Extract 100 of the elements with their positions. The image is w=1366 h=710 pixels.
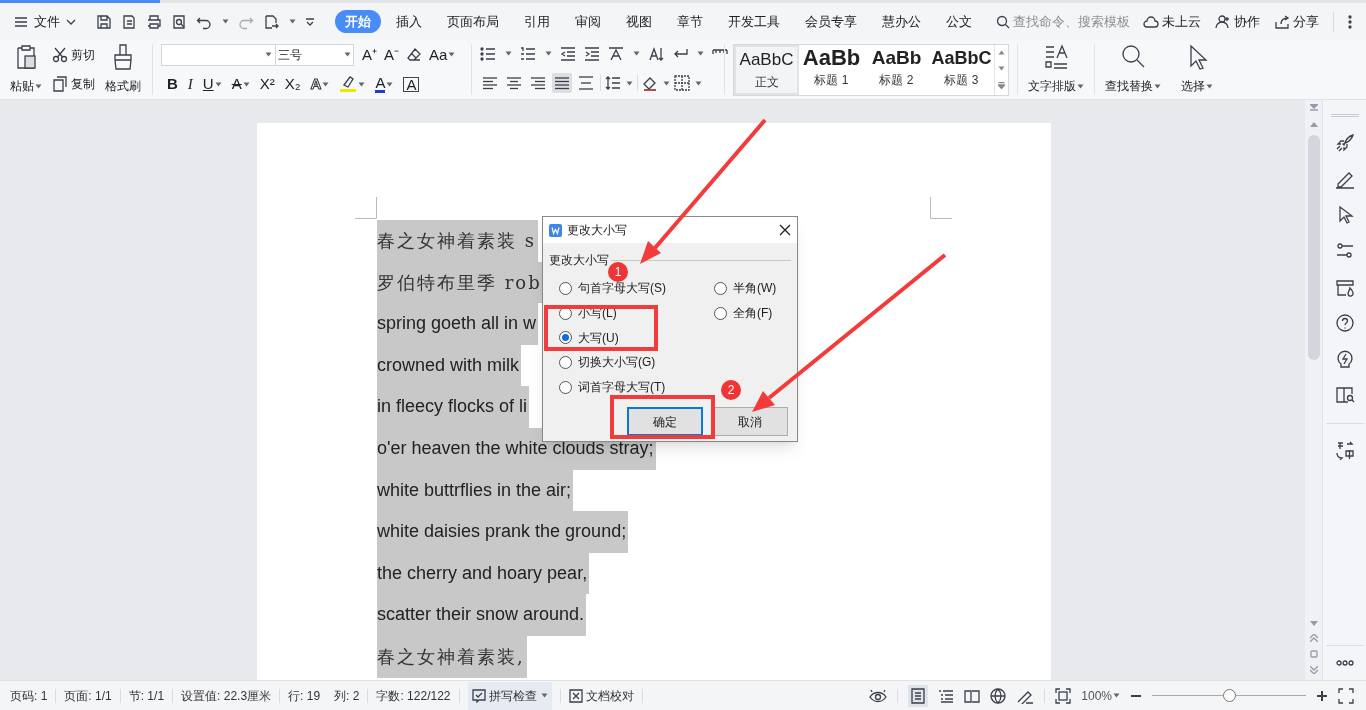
close-icon[interactable] <box>779 224 791 236</box>
customize-icon[interactable] <box>305 17 315 26</box>
option-label[interactable]: 大写(U) <box>578 328 619 347</box>
format-button[interactable]: X₂ <box>284 73 301 96</box>
option-label[interactable]: 词首字母大写(T) <box>578 378 666 397</box>
style-preset[interactable]: AaBb 标题 2 <box>864 44 929 95</box>
toolbar-action[interactable]: 协作 <box>1234 11 1260 32</box>
caret-icon[interactable] <box>1077 83 1084 89</box>
command-search-field[interactable]: 查找命令、搜索模板 <box>996 11 1143 32</box>
eye-icon[interactable] <box>869 688 888 703</box>
caret-icon[interactable] <box>1154 83 1161 89</box>
format-button[interactable]: X² <box>259 73 275 96</box>
fit-page-icon[interactable] <box>1055 687 1072 704</box>
caret-icon[interactable] <box>505 51 512 57</box>
web-view-icon[interactable] <box>990 687 1007 704</box>
line-spacing-icon[interactable] <box>605 75 621 92</box>
toolbar-action[interactable]: 分享 <box>1293 11 1319 32</box>
format-button[interactable]: A⁺ <box>362 43 377 66</box>
scissors-icon[interactable] <box>52 46 68 63</box>
search-icon[interactable] <box>996 14 1010 29</box>
font-name-field[interactable] <box>161 43 276 66</box>
decrease-indent-icon[interactable] <box>560 45 576 62</box>
caret-icon[interactable] <box>35 83 42 89</box>
copy-button[interactable]: 复制 <box>71 75 95 94</box>
caret-icon[interactable] <box>663 80 670 86</box>
ribbon-tab[interactable]: 页面布局 <box>446 11 500 32</box>
print-icon[interactable] <box>146 13 162 30</box>
highlighter-icon[interactable] <box>339 75 358 94</box>
option-label[interactable]: 切换大小写(G) <box>578 353 656 372</box>
caret-icon[interactable] <box>386 81 394 87</box>
radio-button[interactable] <box>559 331 572 345</box>
caret-icon[interactable] <box>222 19 229 24</box>
format-button[interactable]: A <box>403 76 420 92</box>
ribbon-tab[interactable]: 视图 <box>625 11 653 32</box>
book-search-icon[interactable] <box>1334 385 1355 405</box>
chevron-down-icon[interactable] <box>66 18 76 25</box>
lightbulb-icon[interactable] <box>1334 349 1355 369</box>
cut-button[interactable]: 剪切 <box>71 45 95 64</box>
caret-icon[interactable] <box>242 81 250 87</box>
toolbar-action[interactable]: 未上云 <box>1162 11 1201 32</box>
scrollbar-thumb[interactable] <box>1307 135 1320 360</box>
caret-icon[interactable] <box>545 51 552 57</box>
caret-icon[interactable] <box>322 81 330 87</box>
zoom-slider[interactable] <box>1152 688 1306 703</box>
sort-icon[interactable] <box>648 45 664 62</box>
shading-icon[interactable] <box>642 75 658 92</box>
ribbon-tab[interactable]: 插入 <box>395 11 423 32</box>
more-icon[interactable] <box>1335 660 1354 666</box>
format-button[interactable]: A <box>375 75 386 93</box>
ribbon-tab[interactable]: 开发工具 <box>727 11 781 32</box>
paintbrush-icon[interactable] <box>112 44 134 70</box>
dialog-button[interactable]: 确定 <box>627 407 703 437</box>
format-painter-button[interactable]: 格式刷 <box>105 40 141 99</box>
borders-icon[interactable] <box>674 75 690 92</box>
cloud-icon[interactable] <box>1143 14 1159 29</box>
ribbon-button[interactable]: 查找替换 <box>1095 40 1171 99</box>
scroll-down-icon[interactable] <box>998 66 1005 71</box>
more-icon[interactable] <box>1348 14 1352 29</box>
align-center-icon[interactable] <box>506 75 522 92</box>
zoom-level[interactable]: 100% <box>1081 686 1120 705</box>
caret-icon[interactable] <box>344 52 351 58</box>
radio-button[interactable] <box>714 281 727 295</box>
caret-icon[interactable] <box>540 693 548 698</box>
menu-icon[interactable] <box>14 15 28 28</box>
ruler-toggle-icon[interactable] <box>1309 104 1318 112</box>
caret-icon[interactable] <box>358 81 366 87</box>
option-label[interactable]: 句首字母大写(S) <box>578 279 666 298</box>
justify-icon[interactable] <box>554 75 570 92</box>
ribbon-tab[interactable]: 章节 <box>676 11 704 32</box>
caret-icon[interactable] <box>697 51 704 57</box>
font-size-field[interactable]: 三号 <box>276 43 354 66</box>
format-button[interactable]: A <box>231 73 242 96</box>
proofread-icon[interactable] <box>568 688 583 703</box>
page-view-icon[interactable] <box>911 687 926 704</box>
ribbon-tab[interactable]: 审阅 <box>574 11 602 32</box>
save-icon[interactable] <box>96 13 112 30</box>
style-preset[interactable]: AaBb 标题 1 <box>799 44 864 95</box>
proofread-button[interactable]: 文档校对 <box>568 686 634 705</box>
style-preset[interactable]: AaBbC 标题 3 <box>929 44 994 95</box>
reading-view-icon[interactable] <box>964 688 981 703</box>
caret-icon[interactable] <box>695 80 702 86</box>
slider-thumb[interactable] <box>1223 689 1236 702</box>
zoom-in-icon[interactable] <box>1316 689 1328 702</box>
file-export-icon[interactable] <box>263 13 279 30</box>
align-left-icon[interactable] <box>482 75 498 92</box>
print-preview-icon[interactable] <box>171 13 187 30</box>
option-label[interactable]: 半角(W) <box>733 279 777 298</box>
dialog-button[interactable]: 取消 <box>712 407 788 437</box>
store-icon[interactable] <box>1334 277 1355 297</box>
search-icon[interactable] <box>1121 44 1145 70</box>
paste-button[interactable]: 粘贴 <box>10 40 42 99</box>
eraser-icon[interactable] <box>406 46 423 63</box>
rocket-icon[interactable] <box>1334 133 1355 153</box>
caret-icon[interactable] <box>289 19 296 24</box>
caret-icon[interactable] <box>214 81 222 87</box>
increase-indent-icon[interactable] <box>584 45 600 62</box>
outline-view-icon[interactable] <box>938 688 955 703</box>
caret-icon[interactable] <box>626 80 633 86</box>
file-menu[interactable]: 文件 <box>34 11 60 32</box>
help-icon[interactable] <box>1334 313 1355 333</box>
